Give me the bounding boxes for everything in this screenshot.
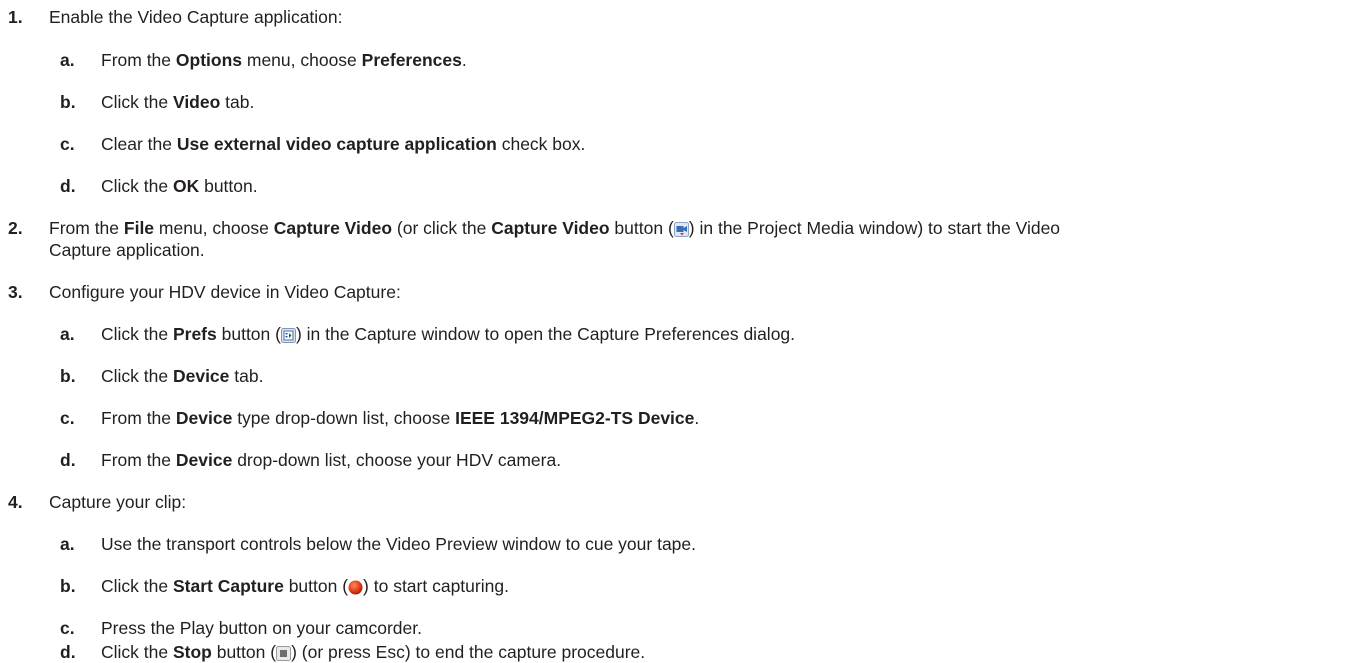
substep-text: From the Options menu, choose Preference… (101, 50, 467, 70)
substep-letter: b. (60, 366, 76, 386)
step-text: Capture application. (49, 240, 205, 260)
substep-letter: c. (60, 134, 75, 154)
substep-text: Click the Prefs button () in the Capture… (101, 324, 796, 344)
step-text: From the File menu, choose Capture Video… (49, 218, 1061, 238)
substep-letter: d. (60, 176, 76, 196)
substep-text: Click the OK button. (101, 176, 258, 196)
substep-letter: d. (60, 450, 76, 470)
button-name: OK (172, 176, 200, 196)
tab-name: Video (172, 92, 221, 112)
substep-text: Click the Stop button () (or press Esc) … (101, 642, 646, 662)
checkbox-name: Use external video capture application (176, 134, 497, 154)
substep-letter: a. (60, 324, 75, 344)
substep-letter: b. (60, 576, 76, 596)
substep-letter: b. (60, 92, 76, 112)
substep-text: Click the Device tab. (101, 366, 264, 386)
substep-letter: c. (60, 618, 75, 638)
button-name: Prefs (172, 324, 217, 344)
substep-letter: d. (60, 642, 76, 662)
substep-text: From the Device type drop-down list, cho… (101, 408, 700, 428)
step-number: 2. (8, 218, 23, 238)
stop-icon (276, 646, 292, 661)
button-name: Stop (172, 642, 212, 662)
button-name: Start Capture (172, 576, 284, 596)
step-number: 4. (8, 492, 23, 512)
step-number: 1. (8, 7, 23, 27)
option-name: IEEE 1394/MPEG2-TS Device (455, 408, 695, 428)
substep-text: Clear the Use external video capture app… (101, 134, 586, 154)
capture-video-icon (673, 222, 689, 237)
instruction-document: 1. Enable the Video Capture application:… (0, 0, 1357, 663)
menu-item-name: Preferences (361, 50, 462, 70)
substep-letter: a. (60, 50, 75, 70)
substep-letter: a. (60, 534, 75, 554)
tab-name: Device (172, 366, 230, 386)
substep-text: Press the Play button on your camcorder. (101, 618, 422, 638)
substep-text: Use the transport controls below the Vid… (101, 534, 696, 554)
substep-text: Click the Video tab. (101, 92, 255, 112)
step-text: Configure your HDV device in Video Captu… (49, 282, 401, 302)
step-text: Capture your clip: (49, 492, 187, 512)
step-number: 3. (8, 282, 23, 302)
step-text: Enable the Video Capture application: (49, 7, 343, 27)
record-icon (348, 580, 363, 595)
menu-name: Options (175, 50, 242, 70)
substep-text: From the Device drop-down list, choose y… (101, 450, 562, 470)
substep-text: Click the Start Capture button () to sta… (101, 576, 509, 596)
substep-letter: c. (60, 408, 75, 428)
prefs-icon (280, 328, 296, 343)
